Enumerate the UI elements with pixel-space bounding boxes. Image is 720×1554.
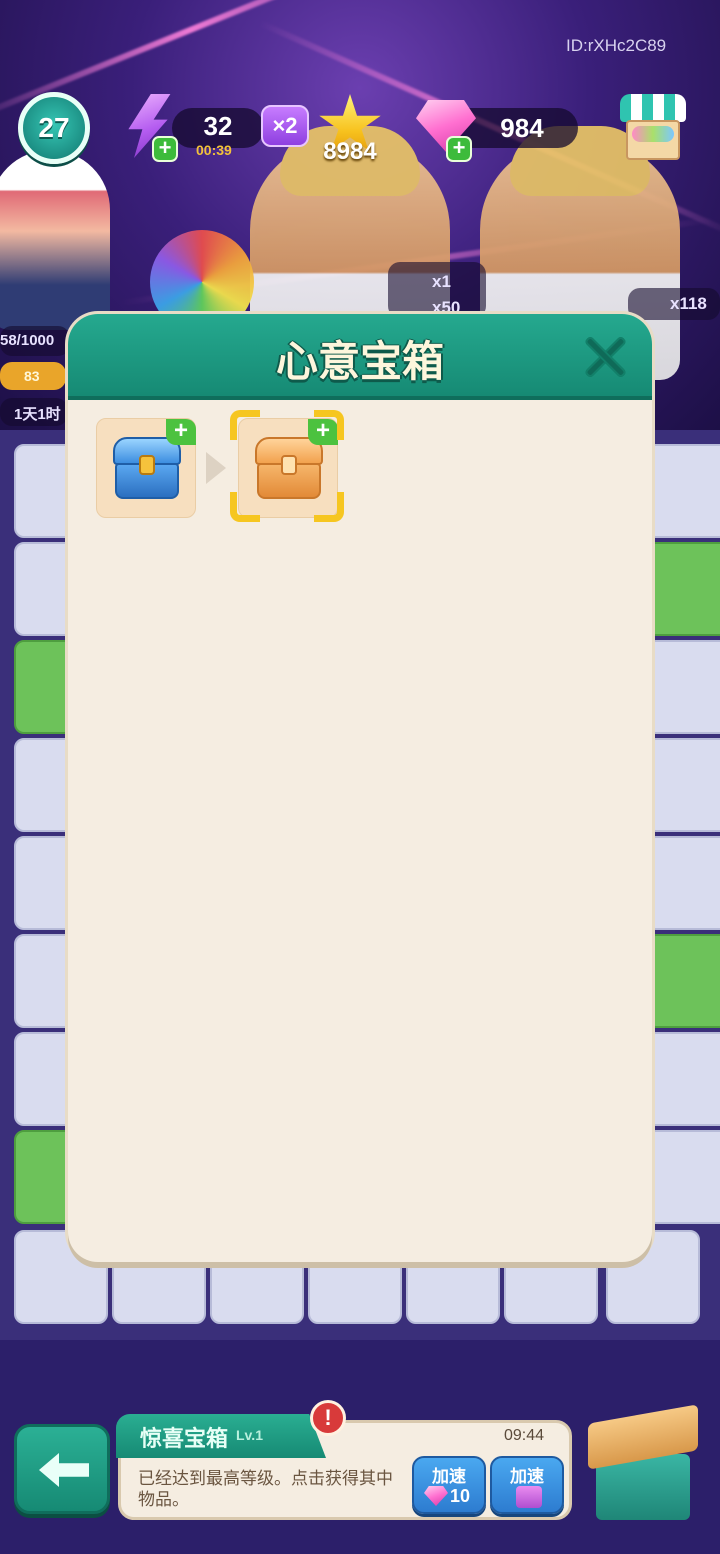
progress-text: 58/1000	[0, 332, 55, 349]
selection-corner	[314, 492, 344, 522]
level-badge[interactable]: 27	[18, 92, 90, 164]
arrow-right-icon	[206, 452, 226, 484]
modal-title: 心意宝箱	[275, 337, 444, 386]
modal-header: 心意宝箱	[68, 314, 652, 400]
ticket-icon	[516, 1486, 542, 1508]
back-arrow-icon	[39, 1453, 89, 1487]
panel-title: 惊喜宝箱	[140, 1426, 229, 1451]
chef-character	[0, 150, 110, 330]
star-total: x118	[670, 294, 707, 313]
speed-label: 加速	[432, 1467, 466, 1486]
energy-count: 32	[203, 110, 233, 141]
speed-up-gem-button[interactable]: 加速 10	[412, 1456, 486, 1514]
blue-chest-icon	[113, 437, 181, 499]
add-gem-plus-icon[interactable]: +	[446, 136, 472, 162]
speed-label: 加速	[510, 1467, 544, 1486]
event-time: 1天1时	[14, 406, 61, 423]
chest-count: x1	[432, 272, 451, 291]
orange-chest-icon	[255, 437, 323, 499]
energy-timer: 00:39	[196, 142, 232, 158]
panel-timer: 09:44	[504, 1427, 545, 1444]
selection-corner	[314, 410, 344, 440]
close-icon[interactable]	[582, 334, 628, 380]
panel-description: 已经达到最高等级。点击获得其中物品。	[138, 1469, 393, 1509]
counter-text: 83	[24, 368, 40, 384]
back-button[interactable]	[14, 1424, 110, 1514]
plus-icon: +	[166, 419, 196, 445]
chest-slot-blue[interactable]: +	[96, 418, 196, 518]
shop-icon[interactable]	[620, 94, 686, 162]
selection-corner	[230, 492, 260, 522]
star-count: 8984	[323, 138, 377, 165]
selection-corner	[230, 410, 260, 440]
gem-icon	[424, 1486, 448, 1506]
panel-level: Lv.1	[236, 1427, 263, 1443]
gift-box-icon[interactable]	[588, 1404, 698, 1524]
player-id: ID:rXHc2C89	[566, 36, 667, 55]
speed-up-ticket-button[interactable]: 加速	[490, 1456, 564, 1514]
multiplier-button[interactable]: ×2	[261, 105, 309, 147]
speed-cost: 10	[450, 1486, 471, 1506]
add-energy-plus-icon[interactable]: +	[152, 136, 178, 162]
alert-icon: !	[310, 1400, 346, 1436]
gem-count: 984	[500, 112, 544, 143]
chest-modal: 心意宝箱 + +	[68, 314, 652, 1262]
